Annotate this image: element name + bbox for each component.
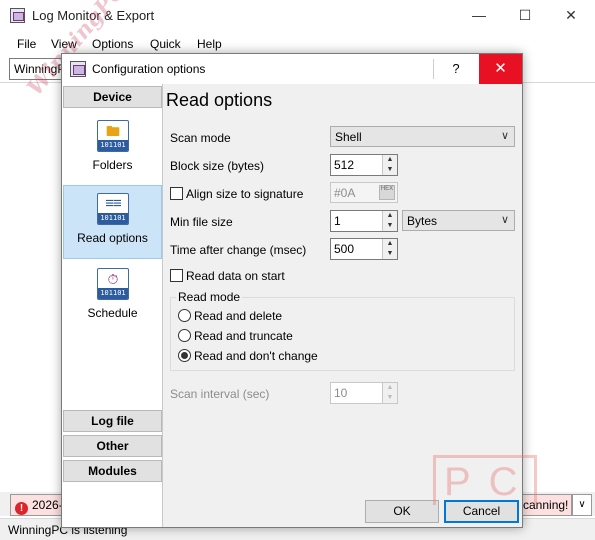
scan-mode-select[interactable]: Shell ∨ xyxy=(330,126,515,147)
scan-interval-label: Scan interval (sec) xyxy=(170,387,270,401)
time-after-change-label: Time after change (msec) xyxy=(170,243,307,257)
log-message-left: ! 2026- xyxy=(10,494,66,516)
minimize-icon[interactable]: — xyxy=(456,0,502,31)
category-device[interactable]: Device xyxy=(63,86,162,108)
spin-buttons[interactable]: ▲ ▼ xyxy=(382,239,397,259)
read-on-start-checkbox[interactable] xyxy=(170,269,183,282)
signature-value: #0A xyxy=(334,186,356,200)
block-size-value: 512 xyxy=(334,158,355,172)
help-button[interactable]: ? xyxy=(433,54,479,84)
sliders-icon: ≡≡ 101101 xyxy=(97,193,129,225)
nav-label-schedule: Schedule xyxy=(87,306,138,320)
timer-icon: ⏱ 101101 xyxy=(97,268,129,300)
pc-watermark-logo: PC xyxy=(433,455,537,505)
folder-icon: 🖿 101101 xyxy=(97,120,129,152)
category-other[interactable]: Other xyxy=(63,435,162,457)
radio-read-and-dont-change[interactable] xyxy=(178,349,191,362)
pc-watermark-text: PC xyxy=(444,460,536,504)
nav-label-read-options: Read options xyxy=(77,231,148,245)
spin-buttons[interactable]: ▲ ▼ xyxy=(382,155,397,175)
radio-read-and-truncate[interactable] xyxy=(178,329,191,342)
category-log-file[interactable]: Log file xyxy=(63,410,162,432)
spin-buttons[interactable]: ▲ ▼ xyxy=(382,211,397,231)
dialog-title: Configuration options xyxy=(92,62,206,76)
min-file-size-stepper[interactable]: 1 ▲ ▼ xyxy=(330,210,398,232)
read-and-truncate-label: Read and truncate xyxy=(194,329,293,343)
dialog-close-button[interactable]: ✕ xyxy=(479,54,522,84)
maximize-icon[interactable]: ☐ xyxy=(502,0,548,31)
signature-field: #0A HEX xyxy=(330,182,398,203)
size-unit-select[interactable]: Bytes ∨ xyxy=(402,210,515,231)
page-title: Read options xyxy=(166,90,273,110)
nav-item-folders[interactable]: 🖿 101101 Folders xyxy=(63,112,162,186)
read-on-start-label: Read data on start xyxy=(186,269,285,283)
min-file-size-label: Min file size xyxy=(170,215,233,229)
category-modules[interactable]: Modules xyxy=(63,460,162,482)
ok-button[interactable]: OK xyxy=(365,500,439,523)
menu-options[interactable]: Options xyxy=(92,37,133,51)
message-dropdown-chevron-icon[interactable]: ∨ xyxy=(572,494,592,516)
scan-mode-value: Shell xyxy=(335,130,362,144)
radio-read-and-delete[interactable] xyxy=(178,309,191,322)
scan-mode-label: Scan mode xyxy=(170,131,231,145)
hex-edit-icon: HEX xyxy=(379,185,395,200)
read-and-dont-change-label: Read and don't change xyxy=(194,349,318,363)
dialog-app-icon xyxy=(70,61,86,77)
scan-interval-value: 10 xyxy=(334,386,348,400)
time-after-change-stepper[interactable]: 500 ▲ ▼ xyxy=(330,238,398,260)
category-sidebar: Device 🖿 101101 Folders ≡≡ 101101 Read o… xyxy=(62,84,163,527)
error-icon: ! xyxy=(15,502,28,515)
menu-quick[interactable]: Quick xyxy=(150,37,181,51)
align-size-checkbox[interactable] xyxy=(170,187,183,200)
dialog-titlebar: Configuration options ? ✕ xyxy=(62,54,522,84)
size-unit-value: Bytes xyxy=(407,214,438,228)
block-size-label: Block size (bytes) xyxy=(170,159,265,173)
min-file-size-value: 1 xyxy=(334,214,341,228)
chevron-down-icon: ∨ xyxy=(500,214,509,226)
app-icon xyxy=(10,8,25,23)
align-size-label: Align size to signature xyxy=(186,187,304,201)
read-mode-title: Read mode xyxy=(176,290,243,304)
scan-interval-stepper: 10 ▲ ▼ xyxy=(330,382,398,404)
chevron-down-icon: ∨ xyxy=(500,130,509,142)
nav-label-folders: Folders xyxy=(92,158,133,172)
close-icon[interactable]: ✕ xyxy=(548,0,594,31)
log-message-text: 2026- xyxy=(32,498,63,512)
spin-buttons: ▲ ▼ xyxy=(382,383,397,403)
block-size-stepper[interactable]: 512 ▲ ▼ xyxy=(330,154,398,176)
read-and-delete-label: Read and delete xyxy=(194,309,283,323)
nav-item-read-options[interactable]: ≡≡ 101101 Read options xyxy=(63,185,162,259)
nav-item-schedule[interactable]: ⏱ 101101 Schedule xyxy=(63,260,162,334)
time-after-change-value: 500 xyxy=(334,242,355,256)
menu-help[interactable]: Help xyxy=(197,37,222,51)
menu-file[interactable]: File xyxy=(17,37,36,51)
